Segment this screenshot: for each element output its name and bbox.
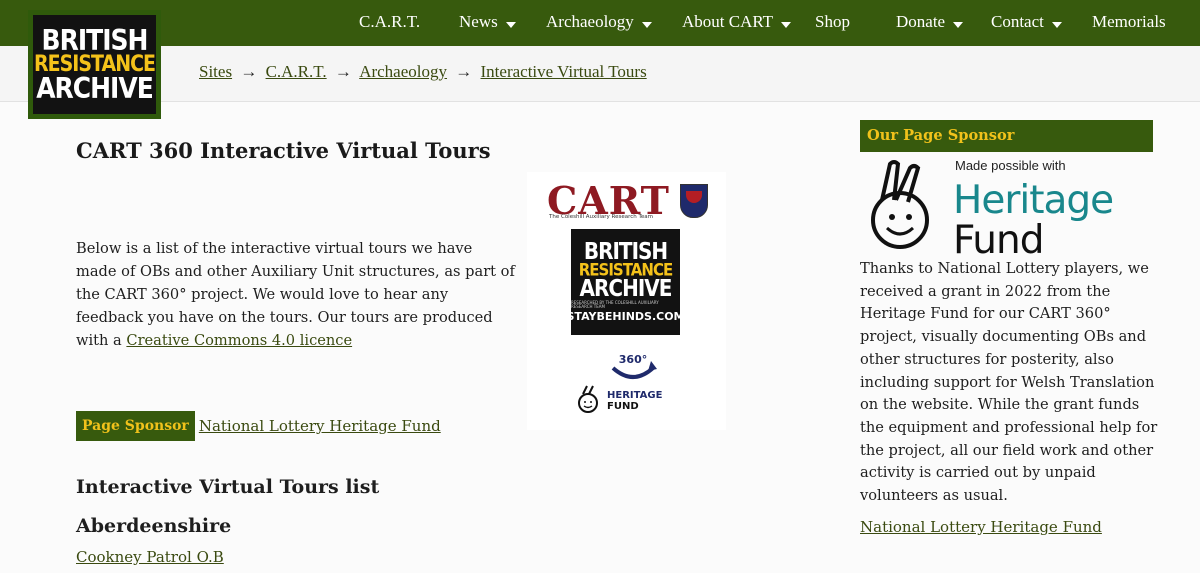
nav-label: Donate [896,12,946,31]
nav-item-news[interactable]: News [459,12,516,32]
site-logo[interactable]: BRITISH RESISTANCE ARCHIVE [28,10,161,119]
breadcrumb-archaeology[interactable]: Archaeology [359,62,447,81]
chevron-down-icon [781,22,792,29]
nav-item-donate[interactable]: Donate [896,12,964,32]
shield-icon [680,184,708,218]
nav-item-about-cart[interactable]: About CART [682,12,792,32]
licence-link[interactable]: Creative Commons 4.0 licence [126,332,352,349]
nav-label: About CART [682,12,774,31]
breadcrumb-cart[interactable]: C.A.R.T. [266,62,327,81]
nav-item-memorials[interactable]: Memorials [1092,12,1166,32]
nav-label: C.A.R.T. [359,12,421,31]
page-title: CART 360 Interactive Virtual Tours [76,138,491,163]
cart-360-feature-image: CART The Coleshill Auxiliary Research Te… [527,172,726,430]
logo-line-3: ARCHIVE [36,71,154,105]
nav-item-shop[interactable]: Shop [815,12,850,32]
nav-label: Memorials [1092,12,1166,31]
breadcrumb: Sites → C.A.R.T. → Archaeology → Interac… [199,62,647,82]
bra-line-3: ARCHIVE [579,274,673,302]
page-sponsor-tag: Page Sponsor [76,411,195,441]
nav-item-cart[interactable]: C.A.R.T. [359,12,420,32]
sidebar-description: Thanks to National Lottery players, we r… [860,260,1158,505]
hf-heritage-word: Heritage [953,178,1114,223]
bra-logo: BRITISH RESISTANCE ARCHIVE RESEARCHED BY… [567,229,685,335]
nav-label: Shop [815,12,850,31]
breadcrumb-bar: Sites → C.A.R.T. → Archaeology → Interac… [0,46,1200,102]
intro-paragraph: Below is a list of the interactive virtu… [76,237,516,352]
heritage-fund-logo: Made possible with Heritage Fund [860,158,1130,263]
crossed-fingers-icon [578,385,598,413]
breadcrumb-current[interactable]: Interactive Virtual Tours [481,62,647,81]
badge-360-text: 360° [619,353,647,366]
rotate-360-icon: 360° [611,353,657,379]
chevron-down-icon [505,22,516,29]
cart-subtitle: The Coleshill Auxiliary Research Team [549,214,654,220]
nav-label: Contact [991,12,1044,31]
top-nav-bar: C.A.R.T. News Archaeology About CART Sho… [0,0,1200,46]
region-heading: Aberdeenshire [76,515,232,537]
logo-line-1: BRITISH [41,23,149,57]
breadcrumb-separator: → [334,62,352,81]
crossed-fingers-icon [871,160,929,249]
chevron-down-icon [953,22,964,29]
chevron-down-icon [1051,22,1062,29]
breadcrumb-separator: → [240,62,258,81]
nav-label: Archaeology [546,12,634,31]
sponsor-link[interactable]: National Lottery Heritage Fund [199,417,441,435]
nav-item-archaeology[interactable]: Archaeology [546,12,652,32]
breadcrumb-separator: → [455,62,473,81]
nav-item-contact[interactable]: Contact [991,12,1062,32]
sidebar-title: Our Page Sponsor [860,120,1153,152]
chevron-down-icon [641,22,652,29]
bra-small-text: RESEARCHED BY THE COLESHILL AUXILIARY RE… [571,300,659,309]
tours-list-heading: Interactive Virtual Tours list [76,476,380,498]
mini-heritage-text: HERITAGE [607,390,663,401]
tour-link[interactable]: Cookney Patrol O.B [76,548,224,566]
hf-fund-word: Fund [953,218,1044,263]
bra-site-text: STAYBEHINDS.COM [566,309,685,323]
page-sponsor-row: Page Sponsor National Lottery Heritage F… [76,411,441,441]
nav-label: News [459,12,498,31]
mini-fund-text: FUND [607,401,639,412]
hf-made-possible: Made possible with [955,158,1066,173]
breadcrumb-sites[interactable]: Sites [199,62,232,81]
sidebar-sponsor-link[interactable]: National Lottery Heritage Fund [860,518,1102,536]
